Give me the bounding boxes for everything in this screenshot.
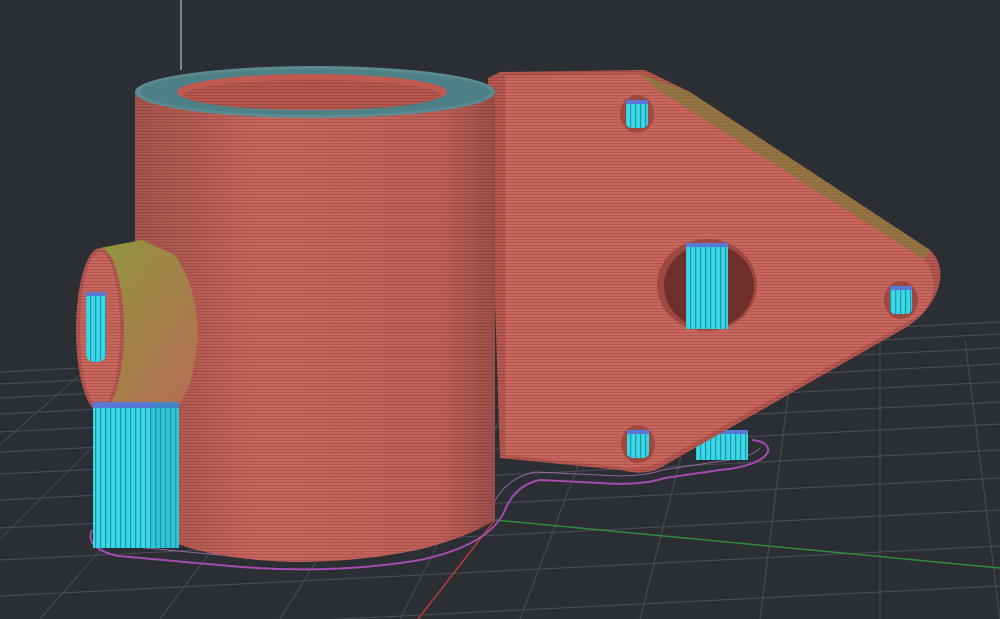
screw-hole-top — [620, 95, 654, 133]
side-boss — [76, 240, 198, 416]
screw-hole-right — [884, 281, 918, 319]
support-column-left — [93, 402, 179, 548]
screw-hole-bottom — [621, 425, 655, 463]
preview-canvas[interactable] — [0, 0, 1000, 619]
3d-viewport[interactable] — [0, 0, 1000, 619]
center-hole — [657, 239, 757, 331]
